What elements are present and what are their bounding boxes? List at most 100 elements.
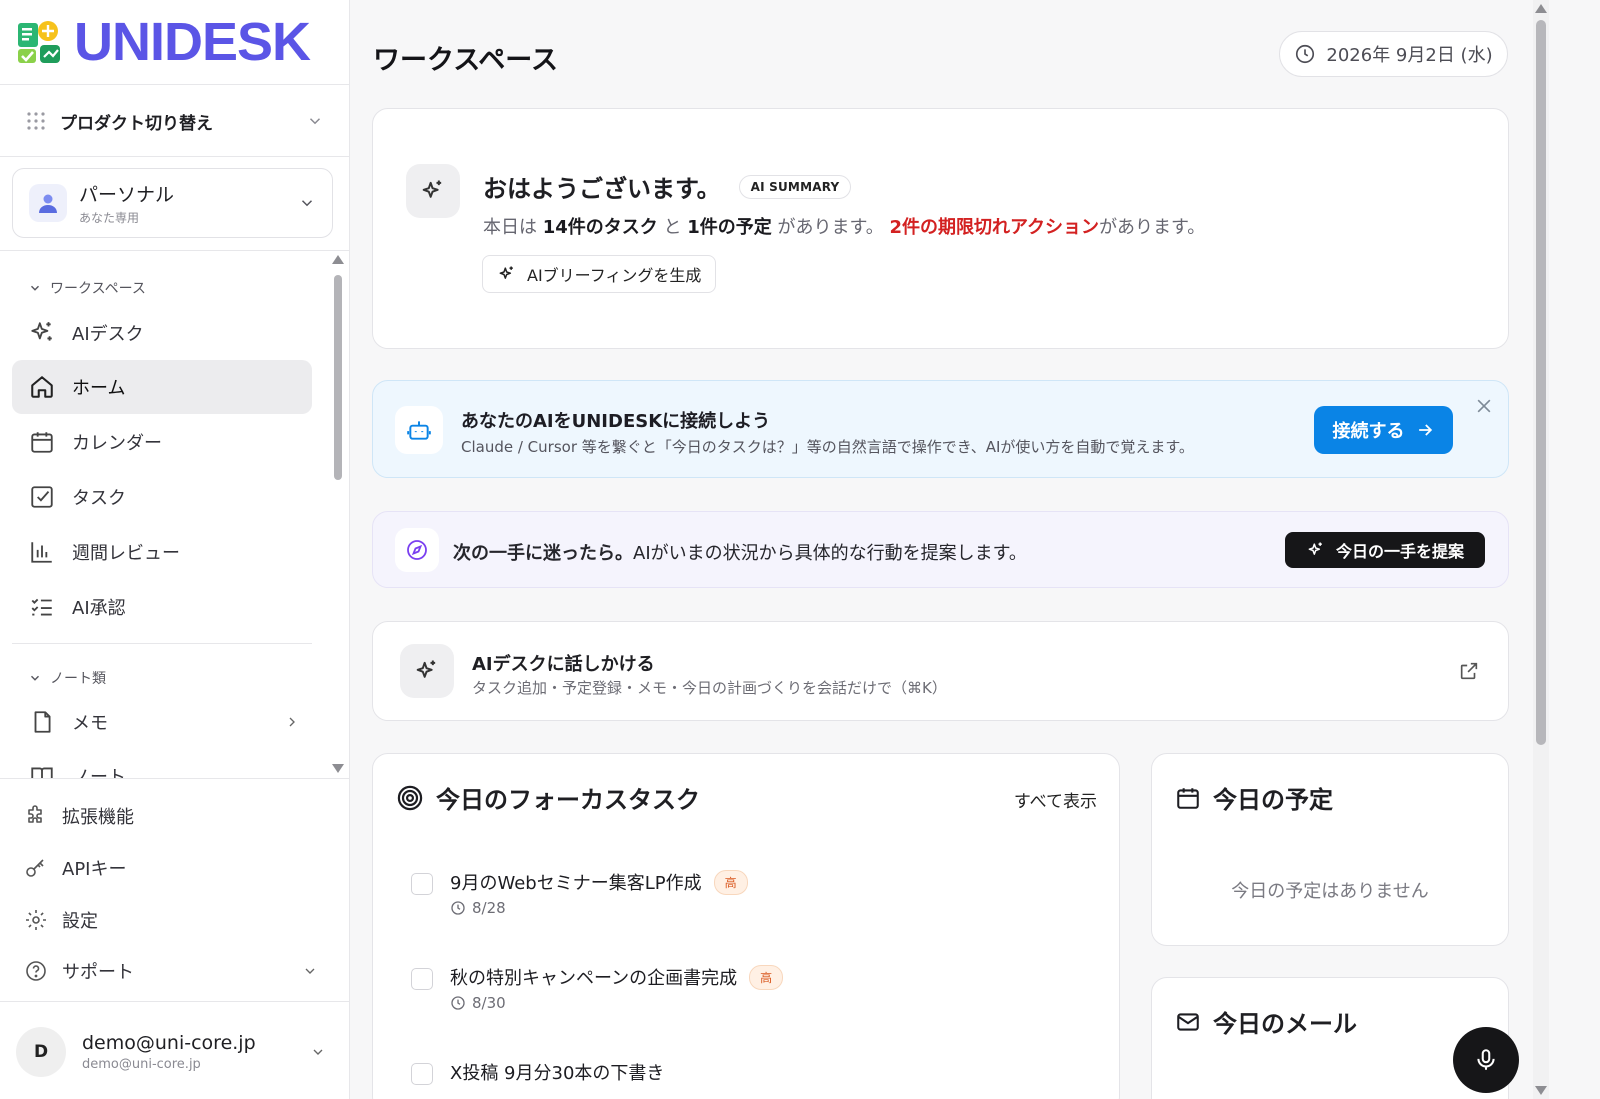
external-link-icon[interactable] bbox=[1458, 660, 1480, 682]
task-count: 14件のタスク bbox=[542, 217, 658, 238]
scroll-down-arrow[interactable] bbox=[1535, 1086, 1547, 1095]
help-circle-icon bbox=[26, 961, 46, 981]
home-icon bbox=[28, 373, 56, 401]
card-title: 今日の予定 bbox=[1213, 786, 1333, 814]
sidebar-item-settings[interactable]: 設定 bbox=[24, 900, 324, 940]
date-display: 2026年 9月2日 (水) bbox=[1279, 31, 1508, 77]
sparkles-icon bbox=[400, 644, 454, 698]
microphone-icon bbox=[1477, 1049, 1495, 1070]
sidebar-scrollbar[interactable] bbox=[331, 255, 345, 775]
grid-dots-icon bbox=[27, 112, 45, 130]
sidebar-item-support[interactable]: サポート bbox=[24, 951, 324, 991]
target-icon bbox=[397, 785, 423, 810]
talk-to-ai-desk-card[interactable]: AIデスクに話しかける タスク追加・予定登録・メモ・今日の計画づくりを会話だけで… bbox=[372, 621, 1509, 721]
user-email: demo@uni-core.jp bbox=[82, 1057, 201, 1072]
connect-ai-banner: あなたのAIをUNIDESKに接続しよう Claude / Cursor 等を繋… bbox=[372, 380, 1509, 478]
task-checkbox[interactable] bbox=[411, 1063, 433, 1085]
sidebar-item-memo[interactable]: メモ bbox=[12, 695, 312, 749]
sparkles-icon bbox=[28, 319, 56, 347]
task-title: X投稿 9月分30本の下書き bbox=[450, 1063, 665, 1084]
close-icon[interactable] bbox=[1474, 396, 1494, 416]
sidebar-item-label: AIデスク bbox=[72, 324, 144, 345]
workspace-selector[interactable]: パーソナル あなた専用 bbox=[12, 168, 333, 238]
sidebar-item-tasks[interactable]: タスク bbox=[12, 470, 312, 524]
sidebar-item-ai-desk[interactable]: AIデスク bbox=[12, 306, 312, 360]
sidebar-item-notebook[interactable]: ノート bbox=[12, 749, 312, 778]
sidebar-item-api-keys[interactable]: APIキー bbox=[24, 848, 324, 888]
sidebar-item-home[interactable]: ホーム bbox=[12, 360, 312, 414]
task-checkbox[interactable] bbox=[411, 873, 433, 895]
card-title: 今日のメール bbox=[1213, 1010, 1357, 1038]
scroll-up-arrow[interactable] bbox=[332, 255, 344, 264]
scroll-thumb[interactable] bbox=[334, 275, 342, 480]
task-title: 9月のWebセミナー集客LP作成 bbox=[450, 873, 702, 894]
logo-mark-icon bbox=[18, 21, 60, 63]
chevron-down-icon bbox=[31, 285, 39, 291]
main-scrollbar[interactable] bbox=[1533, 0, 1549, 1099]
sidebar-item-weekly-review[interactable]: 週間レビュー bbox=[12, 525, 312, 579]
suggest-next-action-button[interactable]: 今日の一手を提案 bbox=[1285, 532, 1485, 568]
clock-icon bbox=[1296, 44, 1315, 64]
talk-title: AIデスクに話しかける bbox=[472, 654, 655, 675]
section-header-workspace[interactable]: ワークスペース bbox=[28, 278, 146, 298]
section-header-notes[interactable]: ノート類 bbox=[28, 668, 106, 688]
workspace-name: パーソナル bbox=[79, 184, 175, 206]
empty-state: 今日の予定はありません bbox=[1231, 881, 1429, 902]
app-logo[interactable]: UNIDESK bbox=[16, 15, 311, 69]
sidebar-item-label: カレンダー bbox=[72, 433, 162, 454]
sidebar-item-label: 設定 bbox=[62, 911, 98, 932]
divider bbox=[0, 84, 350, 85]
clock-icon bbox=[451, 901, 465, 915]
sidebar-item-label: サポート bbox=[62, 962, 134, 983]
sidebar-item-label: ノート bbox=[72, 767, 126, 778]
gear-icon bbox=[26, 910, 46, 930]
task-title: 秋の特別キャンペーンの企画書完成 bbox=[450, 968, 738, 989]
ai-summary-card: おはようございます。 AI SUMMARY 本日は 14件のタスク と 1件の予… bbox=[372, 108, 1509, 349]
chevron-down-icon bbox=[305, 968, 315, 974]
user-icon bbox=[29, 184, 67, 222]
user-menu[interactable]: D demo@uni-core.jp demo@uni-core.jp bbox=[16, 1020, 334, 1084]
sidebar-item-calendar[interactable]: カレンダー bbox=[12, 415, 312, 469]
summary-part: 本日は bbox=[483, 217, 543, 238]
chevron-down-icon bbox=[301, 200, 313, 207]
product-switch-button[interactable]: プロダクト切り替え bbox=[12, 100, 338, 142]
event-count: 1件の予定 bbox=[687, 217, 772, 238]
main-content: ワークスペース 2026年 9月2日 (水) おはようございます。 AI SUM… bbox=[351, 0, 1533, 1099]
overdue-alert[interactable]: 2件の期限切れアクション bbox=[889, 217, 1099, 238]
sidebar: UNIDESK プロダクト切り替え パーソナル あなた専用 ワークスペース AI… bbox=[0, 0, 350, 1099]
scroll-up-arrow[interactable] bbox=[1535, 4, 1547, 13]
robot-icon bbox=[395, 406, 443, 454]
task-checkbox[interactable] bbox=[411, 968, 433, 990]
sidebar-item-label: タスク bbox=[72, 488, 126, 509]
next-action-desc: AIがいまの状況から具体的な行動を提案します。 bbox=[633, 543, 1027, 564]
voice-input-button[interactable] bbox=[1453, 1027, 1519, 1093]
view-all-link[interactable]: すべて表示 bbox=[1014, 787, 1097, 812]
summary-part: と bbox=[657, 217, 688, 238]
scroll-down-arrow[interactable] bbox=[332, 764, 344, 773]
arrow-right-icon bbox=[1418, 424, 1432, 436]
banner-subtitle: Claude / Cursor 等を繋ぐと「今日のタスクは？」等の自然言語で操作… bbox=[461, 438, 1194, 456]
sidebar-item-extensions[interactable]: 拡張機能 bbox=[24, 796, 324, 836]
chevron-down-icon bbox=[31, 675, 39, 681]
today-schedule-card: 今日の予定 今日の予定はありません bbox=[1151, 753, 1509, 946]
divider bbox=[12, 643, 312, 644]
today-mail-card: 今日のメール bbox=[1151, 977, 1509, 1099]
section-label: ワークスペース bbox=[50, 281, 146, 297]
divider bbox=[0, 778, 350, 779]
divider bbox=[0, 250, 350, 251]
sparkles-icon bbox=[499, 266, 513, 279]
list-check-icon bbox=[28, 593, 56, 621]
summary-text: 本日は 14件のタスク と 1件の予定 があります。 2件の期限切れアクションが… bbox=[483, 213, 1205, 239]
task-due-date: 8/30 bbox=[472, 994, 506, 1012]
sidebar-item-ai-approval[interactable]: AI承認 bbox=[12, 580, 312, 634]
key-icon bbox=[26, 859, 44, 877]
sidebar-item-label: AI承認 bbox=[72, 598, 126, 619]
file-icon bbox=[28, 708, 56, 736]
connect-button[interactable]: 接続する bbox=[1314, 406, 1453, 454]
button-label: AIブリーフィングを生成 bbox=[527, 266, 702, 285]
generate-briefing-button[interactable]: AIブリーフィングを生成 bbox=[482, 255, 717, 293]
scroll-thumb[interactable] bbox=[1536, 20, 1546, 745]
focus-tasks-card: 今日のフォーカスタスク すべて表示 9月のWebセミナー集客LP作成高 8/28… bbox=[372, 753, 1120, 1099]
card-title: 今日のフォーカスタスク bbox=[436, 786, 700, 814]
calendar-icon bbox=[28, 428, 56, 456]
